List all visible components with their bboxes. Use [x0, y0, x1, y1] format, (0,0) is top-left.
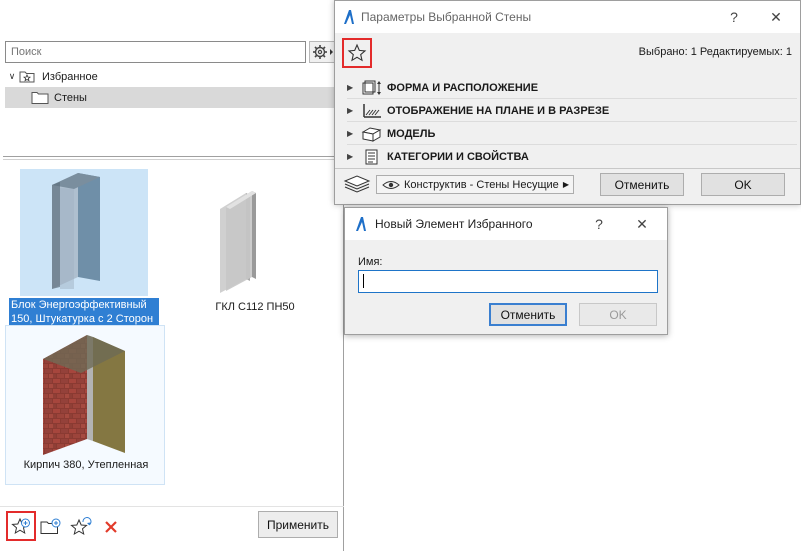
wall-thumbnail: [20, 169, 148, 296]
new-folder-button[interactable]: [40, 516, 62, 538]
favorites-tree: ∨ Избранное Стены: [5, 66, 340, 108]
gear-icon: [313, 45, 333, 59]
model-icon: [361, 126, 383, 142]
floorplan-icon: [361, 103, 383, 119]
ok-button[interactable]: OK: [579, 303, 657, 326]
name-label: Имя:: [358, 256, 383, 268]
section-geometry[interactable]: ▶ ФОРМА И РАСПОЛОЖЕНИЕ: [347, 78, 797, 97]
redefine-favorite-icon: [70, 517, 92, 536]
close-button[interactable]: ✕: [766, 7, 786, 27]
selection-info: Выбрано: 1 Редактируемых: 1: [638, 46, 792, 58]
dialog-title: Новый Элемент Избранного: [375, 217, 533, 231]
favorite-item-block-wall[interactable]: Блок Энергоэффективный 150, Штукатурка с…: [9, 169, 160, 326]
ok-button[interactable]: OK: [701, 173, 785, 196]
close-button[interactable]: ✕: [632, 214, 652, 234]
new-folder-icon: [40, 518, 61, 534]
favorite-item-label: ГКЛ С112 ПН50: [215, 301, 295, 313]
tree-item-favorites[interactable]: ∨ Избранное: [5, 66, 340, 87]
section-label: КАТЕГОРИИ И СВОЙСТВА: [387, 150, 529, 163]
titlebar: Новый Элемент Избранного ? ✕: [345, 208, 667, 240]
layer-icon[interactable]: [343, 173, 371, 193]
favorite-item-label: Блок Энергоэффективный 150, Штукатурка с…: [9, 298, 159, 326]
dialog-title: Параметры Выбранной Стены: [361, 10, 532, 24]
tree-item-walls[interactable]: Стены: [5, 87, 340, 108]
eye-icon: [382, 180, 400, 189]
expand-arrow-icon: ▶: [347, 152, 354, 161]
section-categories[interactable]: ▶ КАТЕГОРИИ И СВОЙСТВА: [347, 147, 797, 166]
section-label: МОДЕЛЬ: [387, 127, 436, 140]
divider: [3, 156, 340, 157]
search-row: [5, 41, 337, 63]
name-input[interactable]: [358, 270, 658, 293]
favorite-item-label: Кирпич 380, Утепленная: [23, 459, 149, 471]
expand-arrow-icon: ▶: [347, 106, 354, 115]
favorite-item-gkl[interactable]: ГКЛ С112 ПН50: [190, 169, 330, 319]
titlebar: Параметры Выбранной Стены ? ✕: [335, 1, 800, 33]
highlight-frame: [342, 38, 372, 68]
wall-thumbnail: [21, 329, 149, 456]
layer-dropdown[interactable]: Конструктив - Стены Несущие ▶: [376, 175, 574, 194]
archicad-logo-icon: [356, 217, 366, 231]
text-cursor: [363, 274, 364, 288]
expand-arrow-icon: ▶: [347, 129, 354, 138]
layer-dropdown-value: Конструктив - Стены Несущие: [404, 178, 559, 191]
categories-icon: [361, 149, 383, 165]
star-folder-icon: [19, 70, 37, 84]
folder-icon: [31, 91, 49, 105]
favorite-item-brick[interactable]: Кирпич 380, Утепленная: [5, 325, 165, 485]
new-favorite-dialog: Новый Элемент Избранного ? ✕ Имя: Отмени…: [344, 207, 668, 335]
section-label: ФОРМА И РАСПОЛОЖЕНИЕ: [387, 81, 539, 94]
chevron-down-icon[interactable]: ∨: [5, 71, 19, 82]
section-label: ОТОБРАЖЕНИЕ НА ПЛАНЕ И В РАЗРЕЗЕ: [387, 104, 610, 117]
cancel-button[interactable]: Отменить: [489, 303, 567, 326]
section-floorplan[interactable]: ▶ ОТОБРАЖЕНИЕ НА ПЛАНЕ И В РАЗРЕЗЕ: [347, 101, 797, 120]
chevron-right-icon: ▶: [562, 180, 569, 189]
expand-arrow-icon: ▶: [347, 83, 354, 92]
wall-thumbnail: [190, 169, 318, 296]
wall-settings-dialog: Параметры Выбранной Стены ? ✕ Выбрано: 1…: [334, 0, 801, 205]
help-button[interactable]: ?: [724, 7, 744, 27]
apply-button[interactable]: Применить: [258, 511, 338, 538]
favorites-toolbar: Применить: [0, 506, 344, 551]
favorites-options-button[interactable]: [309, 41, 337, 63]
help-button[interactable]: ?: [589, 214, 609, 234]
highlight-frame: [6, 511, 36, 541]
redefine-favorite-button[interactable]: [70, 516, 92, 538]
archicad-logo-icon: [344, 10, 354, 24]
tree-item-label: Стены: [54, 91, 87, 104]
delete-favorite-button[interactable]: [100, 516, 122, 538]
divider: [3, 159, 340, 160]
tree-item-label: Избранное: [42, 70, 98, 83]
section-model[interactable]: ▶ МОДЕЛЬ: [347, 124, 797, 143]
favorites-panel: ∨ Избранное Стены Блок Энергоэф: [0, 32, 344, 551]
cancel-button[interactable]: Отменить: [600, 173, 684, 196]
delete-icon: [105, 521, 117, 533]
geometry-icon: [361, 80, 383, 96]
search-input[interactable]: [5, 41, 306, 63]
